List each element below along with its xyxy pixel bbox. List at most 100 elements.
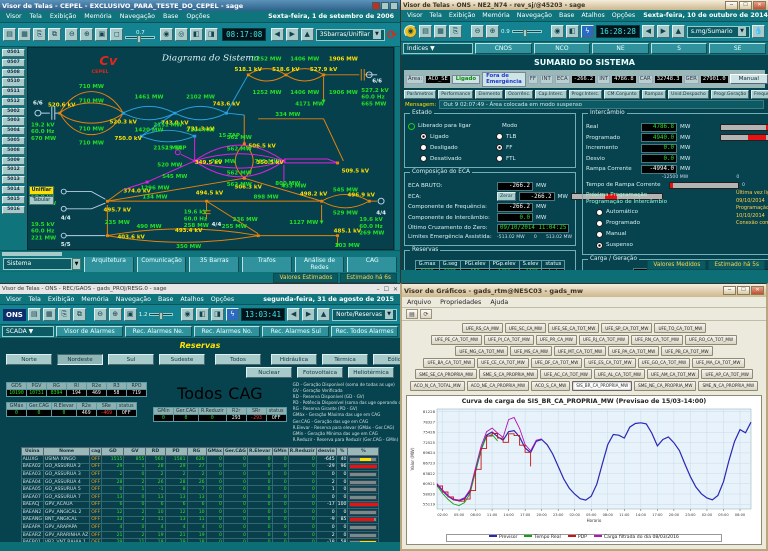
mid-button-cag[interactable]: CAG xyxy=(228,384,262,403)
table-row[interactable]: BAEA07GO_ASSURUA 7OFF1301313130000000 xyxy=(21,493,379,501)
sound-icon[interactable]: ◧ xyxy=(190,28,203,41)
sage-icon[interactable]: ϟ xyxy=(581,25,594,38)
series-button-ufe-df-ca-tot-mw[interactable]: UFE_DF_CA_TOT_MW xyxy=(531,358,583,368)
screen-selector[interactable]: 3Sbarras/Unifilar ▼ xyxy=(316,29,385,41)
back-icon[interactable]: ◀ xyxy=(642,25,655,38)
region-button-nordeste[interactable]: Nordeste xyxy=(57,354,103,365)
menu-item-ajuda[interactable]: Ajuda xyxy=(490,299,508,306)
table-row[interactable]: BAEB01VB2_VNT BAHIA 1OFF291118291800000-… xyxy=(21,539,379,542)
horizontal-scrollbar[interactable] xyxy=(0,250,400,257)
function-button-elemento[interactable]: Elemento xyxy=(475,90,503,99)
menu-item-tela[interactable]: Tela xyxy=(30,13,42,20)
menu-item-op-es[interactable]: Opções xyxy=(612,12,635,19)
chevron-down-icon[interactable]: ▼ xyxy=(385,310,393,319)
series-button-sme-ne-ca-propria-mw[interactable]: SME_NE_CA_PROPRIA_MW xyxy=(634,381,696,391)
menu-item-navega-o[interactable]: Navegação xyxy=(120,13,155,20)
bus-button-5002[interactable]: 5002 xyxy=(2,108,25,116)
bus-button-0501[interactable]: 0501 xyxy=(2,49,25,57)
mode-radio-ff[interactable]: FF xyxy=(496,144,572,151)
alarm-tab-rec-todos-alarmes[interactable]: Rec. Todos Alarmes xyxy=(331,326,398,337)
function-button-cm-conjunto[interactable]: CM.Conjunto xyxy=(604,90,639,99)
menu-item-base[interactable]: Base xyxy=(163,13,178,20)
prog-radio-autom-tico[interactable]: Automático xyxy=(596,209,736,216)
forward-icon[interactable]: ▶ xyxy=(286,28,299,41)
series-button-sme-n-ca-propria-mw[interactable]: SME_N_CA_PROPRIA_MW xyxy=(698,381,758,391)
table-row[interactable]: BAEARZGPV_ARARINHA AZOFF2121921190000020 xyxy=(21,531,379,539)
zoom-out-icon[interactable]: ⊖ xyxy=(471,25,484,38)
series-button-ufe-pi-ca-tot-mw[interactable]: UFE_PI_CA_TOT_MW xyxy=(484,335,534,345)
column-header-gv[interactable]: GV xyxy=(124,447,146,455)
view-tab-unifilar[interactable]: Unifilar xyxy=(29,186,54,195)
column-header-r-reduzir[interactable]: R.Reduzir xyxy=(288,447,316,455)
forward-icon[interactable]: ▶ xyxy=(657,25,670,38)
bottom-tab-35-barras[interactable]: 35 Barras xyxy=(189,255,239,273)
chevron-down-icon[interactable]: ▼ xyxy=(72,258,81,270)
bus-button-0508[interactable]: 0508 xyxy=(2,69,25,77)
close-button[interactable]: ✕ xyxy=(753,1,766,10)
region-button-sul[interactable]: Sul xyxy=(108,354,154,365)
series-button-ufe-se-ca-tot-mw[interactable]: UFE_SE_CA_TOT_MW xyxy=(548,323,599,333)
series-button-ufe-am-ca-tot-mw[interactable]: UFE_AM_CA_TOT_MW xyxy=(647,369,699,379)
title-bar[interactable]: Visor de Telas - CEPEL - EXCLUSIVO_PARA_… xyxy=(0,0,400,11)
bus-button-0507[interactable]: 0507 xyxy=(2,59,25,67)
record-icon[interactable]: ◉ xyxy=(551,25,564,38)
bus-button-5014[interactable]: 5014 xyxy=(2,186,25,194)
series-button-ufe-ms-ca-mw[interactable]: UFE_MS_CA_MW xyxy=(510,346,552,356)
sound-icon[interactable]: ◧ xyxy=(196,308,209,321)
type-button-e-lica[interactable]: Eólica xyxy=(373,354,400,365)
indices-selector[interactable]: Índices ▼ xyxy=(403,43,473,54)
bus-button-5004[interactable]: 5004 xyxy=(2,127,25,135)
menu-item-mem-ria[interactable]: Memória xyxy=(84,13,112,20)
table-row[interactable]: BAEAPAGPV_ARAPAPAOFF404440000000 xyxy=(21,524,379,532)
menu-item-navega-o[interactable]: Navegação xyxy=(116,296,151,303)
minimize-button[interactable] xyxy=(372,2,380,10)
open-icon[interactable]: ▤ xyxy=(28,308,41,321)
zoom-slider[interactable] xyxy=(512,30,542,33)
menu-item-base[interactable]: Base xyxy=(158,296,173,303)
region-button-sudeste[interactable]: Sudeste xyxy=(159,354,205,365)
copy-icon[interactable]: ⧉ xyxy=(48,28,61,41)
minimize-button[interactable]: ─ xyxy=(723,286,736,295)
zoom-in-icon[interactable]: ⊕ xyxy=(109,308,122,321)
open-icon[interactable]: ▤ xyxy=(3,28,16,41)
series-button-aco-ne-ca-propria-mw[interactable]: ACO_NE_CA_PROPRIA_MW xyxy=(467,381,529,391)
print-icon[interactable]: ⎘ xyxy=(33,28,46,41)
function-button-ocorr-nc[interactable]: Ocorrênc. xyxy=(505,90,533,99)
series-button-ufe-ac-ca-tot-mw[interactable]: UFE_AC_CA_TOT_MW xyxy=(540,369,592,379)
series-button-ufe-rn-ca-tot-mw[interactable]: UFE_RN_CA_TOT_MW xyxy=(631,335,683,345)
zerar-button[interactable]: Zerar xyxy=(497,192,516,201)
function-button-unid-despacho[interactable]: Unid.Despacho xyxy=(668,90,709,99)
menu-item-base[interactable]: Base xyxy=(559,12,574,19)
region-button-norte[interactable]: Norte xyxy=(6,354,52,365)
bus-button-0510[interactable]: 0510 xyxy=(2,78,25,86)
title-bar[interactable]: Visor de Telas - ONS - NE2_N74 - rev_sj/… xyxy=(401,0,768,10)
bottom-tab-cag[interactable]: CAG xyxy=(347,255,397,273)
minimize-button[interactable]: ─ xyxy=(725,1,738,10)
minimize-button[interactable]: – xyxy=(377,286,380,293)
prog-radio-suspenso[interactable]: Suspenso xyxy=(596,242,736,249)
zoom-out-icon[interactable]: ⊖ xyxy=(65,28,78,41)
back-icon[interactable]: ◀ xyxy=(287,308,300,321)
series-button-ufe-ap-ca-tot-mw[interactable]: UFE_AP_CA_TOT_MW xyxy=(701,369,752,379)
zoom-slider[interactable] xyxy=(125,36,155,39)
series-button-aco-s-ca-mw[interactable]: ACO_S_CA_MW xyxy=(531,381,570,391)
series-button-ufe-es-ca-tot-mw[interactable]: UFE_ES_CA_TOT_MW xyxy=(584,358,635,368)
bus-button-0511[interactable]: 0511 xyxy=(2,88,25,96)
menu-item-atalhos[interactable]: Atalhos xyxy=(581,12,604,19)
bus-button-5008[interactable]: 5008 xyxy=(2,147,25,155)
state-radio-ligado[interactable]: Ligado xyxy=(420,133,496,140)
series-button-ufe-pr-ca-mw[interactable]: UFE_PR_CA_MW xyxy=(536,335,577,345)
series-button-sme-s-ca-propria-mw[interactable]: SME_S_CA_PROPRIA_MW xyxy=(479,369,538,379)
close-button[interactable]: ✕ xyxy=(751,286,764,295)
zoom-in-icon[interactable]: ⊕ xyxy=(80,28,93,41)
prog-radio-programado[interactable]: Programado xyxy=(596,220,736,227)
series-button-sis-br-ca-propria-mw[interactable]: SIS_BR_CA_PROPRIA_MW xyxy=(572,381,632,391)
home-icon[interactable]: ▲ xyxy=(317,308,330,321)
bottom-tab-arquitetura[interactable]: Arquitetura xyxy=(84,255,134,273)
close-button[interactable] xyxy=(390,2,398,10)
series-button-ufe-ce-ca-tot-mw[interactable]: UFE_CE_CA_TOT_MW xyxy=(477,358,529,368)
maximize-button[interactable] xyxy=(381,2,389,10)
sage-icon[interactable]: ϟ xyxy=(226,308,239,321)
menu-item-visor[interactable]: Visor xyxy=(407,12,423,19)
menu-item-arquivo[interactable]: Arquivo xyxy=(407,299,431,306)
